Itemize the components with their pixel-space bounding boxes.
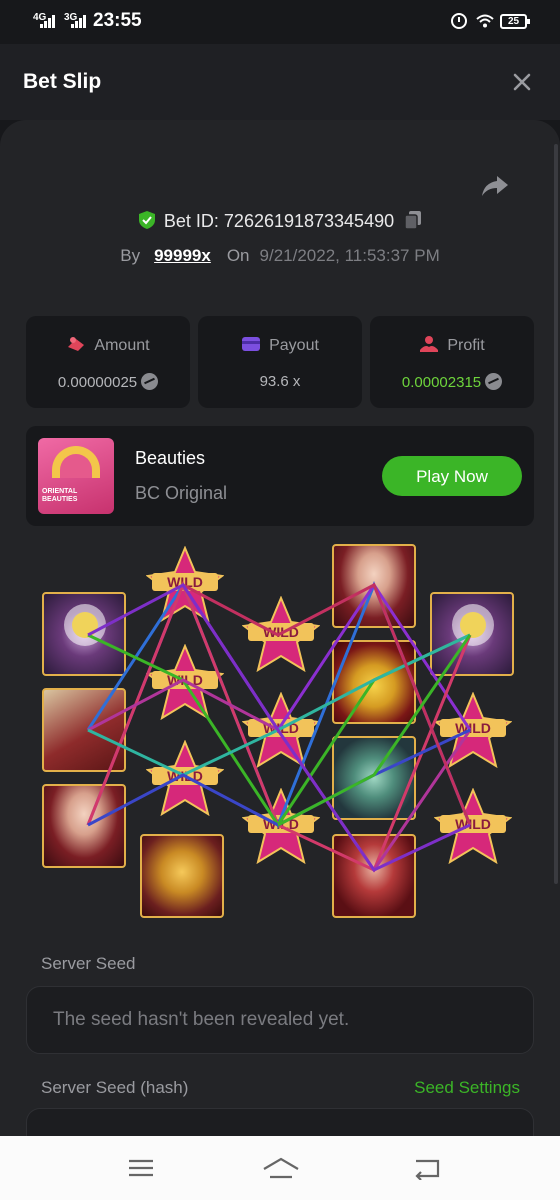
profit-value: 0.00002315 [401, 374, 482, 391]
profit-card: Profit 0.00002315 [370, 316, 534, 408]
wild-symbol: WILD [433, 691, 513, 770]
wild-symbol: WILD [241, 787, 321, 866]
payout-card: Payout 93.6 x [198, 316, 362, 408]
home-icon[interactable] [262, 1156, 300, 1180]
on-label: On [226, 246, 250, 265]
user-link[interactable]: 99999x [154, 246, 211, 265]
wild-symbol: WILD [433, 787, 513, 866]
wild-label: WILD [263, 624, 299, 640]
bet-meta-row: By 99999x On 9/21/2022, 11:53:37 PM [0, 246, 560, 266]
play-now-button[interactable]: Play Now [382, 456, 522, 496]
amount-label: Amount [94, 337, 150, 354]
win-line [182, 582, 472, 826]
amount-value: 0.00000025 [57, 374, 138, 391]
system-nav-bar [0, 1136, 560, 1200]
wild-label: WILD [167, 574, 203, 590]
game-card: ORIENTAL BEAUTIES Beauties BC Original P… [26, 426, 534, 526]
game-thumbnail-title: ORIENTAL BEAUTIES [42, 488, 78, 503]
clock: 23:55 [93, 10, 142, 31]
lotus-symbol [430, 592, 514, 676]
jade-symbol [332, 736, 416, 820]
wild-symbol: WILD [241, 691, 321, 770]
wild-label: WILD [167, 768, 203, 784]
share-icon[interactable] [481, 174, 509, 198]
comb-symbol [140, 834, 224, 918]
wild-label: WILD [263, 720, 299, 736]
bet-slip-header: Bet Slip [0, 44, 560, 120]
bet-id-row: Bet ID: 72626191873345490 [0, 210, 560, 240]
seed-settings-link[interactable]: Seed Settings [414, 1078, 520, 1098]
server-seed-field: The seed hasn't been revealed yet. [26, 986, 534, 1054]
bet-date: 9/21/2022, 11:53:37 PM [259, 246, 440, 265]
battery-icon: 25 [500, 14, 530, 29]
wild-label: WILD [167, 672, 203, 688]
beauty-symbol [332, 544, 416, 628]
wifi-icon [476, 14, 494, 28]
fan-symbol [42, 688, 126, 772]
wild-symbol: WILD [145, 739, 225, 818]
coin-icon [485, 373, 503, 390]
wild-label: WILD [455, 720, 491, 736]
payout-value: 93.6 x [259, 373, 301, 390]
gold-ingot-symbol [332, 640, 416, 724]
bet-id-label: Bet ID: [163, 211, 219, 231]
wild-symbol: WILD [145, 545, 225, 624]
slot-reels: WILD WILD WILD WILD WILD WILD WILD WILD [38, 540, 522, 924]
wild-symbol: WILD [145, 643, 225, 722]
wild-label: WILD [263, 816, 299, 832]
beauty-symbol [332, 834, 416, 918]
amount-card: Amount 0.00000025 [26, 316, 190, 408]
signal-icon [71, 14, 89, 28]
status-bar: 4G 3G 23:55 25 [0, 0, 560, 44]
shield-check-icon [138, 211, 155, 229]
page-title: Bet Slip [23, 70, 102, 93]
payout-label: Payout [269, 337, 319, 354]
back-icon[interactable] [412, 1156, 442, 1180]
server-seed-hash-label: Server Seed (hash) [41, 1078, 189, 1097]
close-icon[interactable] [510, 70, 534, 94]
bet-id-value: 72626191873345490 [223, 211, 395, 231]
profit-icon [420, 336, 439, 352]
game-thumbnail[interactable]: ORIENTAL BEAUTIES [38, 438, 114, 514]
coin-icon [141, 373, 159, 390]
server-seed-label: Server Seed [41, 954, 136, 973]
fan-graphic [52, 446, 100, 478]
server-seed-hash-field [26, 1108, 534, 1136]
profit-label: Profit [447, 337, 485, 354]
amount-icon [68, 337, 85, 351]
wild-label: WILD [455, 816, 491, 832]
beauty-symbol [42, 784, 126, 868]
by-label: By [120, 246, 141, 265]
server-seed-value: The seed hasn't been revealed yet. [53, 1009, 350, 1030]
game-provider: BC Original [135, 483, 228, 503]
game-name: Beauties [135, 448, 206, 468]
copy-icon[interactable] [404, 210, 422, 230]
wild-symbol: WILD [241, 595, 321, 674]
menu-icon[interactable] [126, 1156, 156, 1180]
signal-icon [40, 14, 58, 28]
alarm-icon [451, 13, 467, 29]
lotus-symbol [42, 592, 126, 676]
wallet-icon [242, 337, 261, 351]
